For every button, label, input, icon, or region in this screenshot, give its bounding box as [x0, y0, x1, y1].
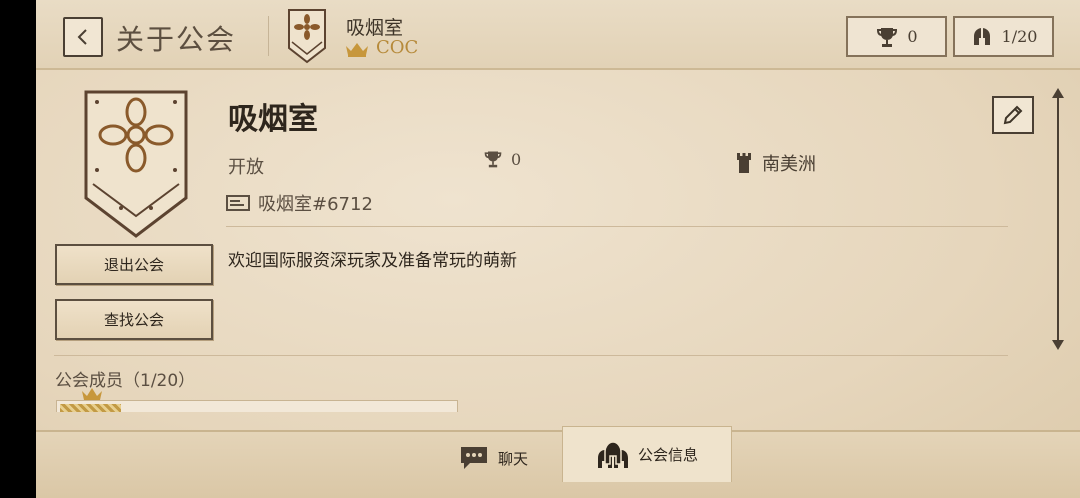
- guild-region: 南美洲: [736, 150, 816, 176]
- tab-chat[interactable]: 聊天: [428, 432, 558, 484]
- trophy-counter[interactable]: 0: [846, 16, 947, 57]
- crown-icon: [346, 43, 368, 57]
- tab-chat-label: 聊天: [497, 449, 528, 468]
- member-count: 1/20: [1001, 27, 1038, 46]
- tower-icon: [737, 153, 751, 173]
- guild-status: 开放: [228, 157, 264, 178]
- tab-guild-info-label: 公会信息: [637, 446, 698, 464]
- guild-region-label: 南美洲: [762, 154, 816, 175]
- trophy-count: 0: [907, 27, 918, 46]
- page-title: 关于公会: [116, 23, 237, 56]
- member-counter[interactable]: 1/20: [953, 16, 1054, 57]
- guild-id-label: 吸烟室#6712: [258, 194, 373, 215]
- helmet-icon: [973, 27, 990, 45]
- members-divider: [54, 355, 1008, 356]
- header-guild-name: 吸烟室: [346, 17, 404, 39]
- leave-guild-button[interactable]: 退出公会: [55, 244, 213, 285]
- guild-id: 吸烟室#6712: [226, 190, 373, 216]
- trophy-icon: [877, 27, 898, 47]
- members-title: 公会成员（1/20）: [55, 371, 196, 391]
- scroll-down-arrow[interactable]: [1052, 340, 1064, 350]
- tab-guild-info[interactable]: 公会信息: [562, 426, 732, 482]
- header-bar: 关于公会 吸烟室 COC 0 1/20: [36, 0, 1080, 70]
- bottom-tab-bar: 聊天 公会信息: [36, 426, 1080, 498]
- guild-emblem-small-icon: [288, 9, 326, 64]
- info-divider: [226, 226, 1008, 227]
- edit-button[interactable]: [992, 96, 1034, 134]
- trophy-icon: [484, 151, 502, 168]
- guild-trophies: 0: [483, 148, 521, 170]
- scrollbar[interactable]: [1057, 96, 1059, 346]
- guild-info-icon: [597, 440, 628, 468]
- header-guild-tag: COC: [376, 37, 419, 58]
- guild-description: 欢迎国际服资深玩家及准备常玩的萌新: [228, 251, 517, 271]
- guild-trophy-value: 0: [511, 149, 522, 169]
- chevron-left-icon: [77, 29, 87, 45]
- guild-emblem-icon: [84, 90, 188, 238]
- find-guild-button[interactable]: 查找公会: [55, 299, 213, 340]
- guild-name: 吸烟室: [228, 102, 318, 137]
- pencil-icon: [1003, 105, 1023, 125]
- crown-icon: [82, 388, 102, 400]
- header-divider: [268, 16, 269, 56]
- back-button[interactable]: [63, 17, 103, 57]
- chat-icon: [460, 447, 487, 469]
- screen-left-edge: [0, 0, 36, 498]
- id-card-icon: [226, 195, 250, 211]
- guild-screen: 关于公会 吸烟室 COC 0 1/20 吸烟室 开放 0 南美洲 吸烟室#671…: [36, 0, 1080, 498]
- leader-stripe: [60, 404, 121, 412]
